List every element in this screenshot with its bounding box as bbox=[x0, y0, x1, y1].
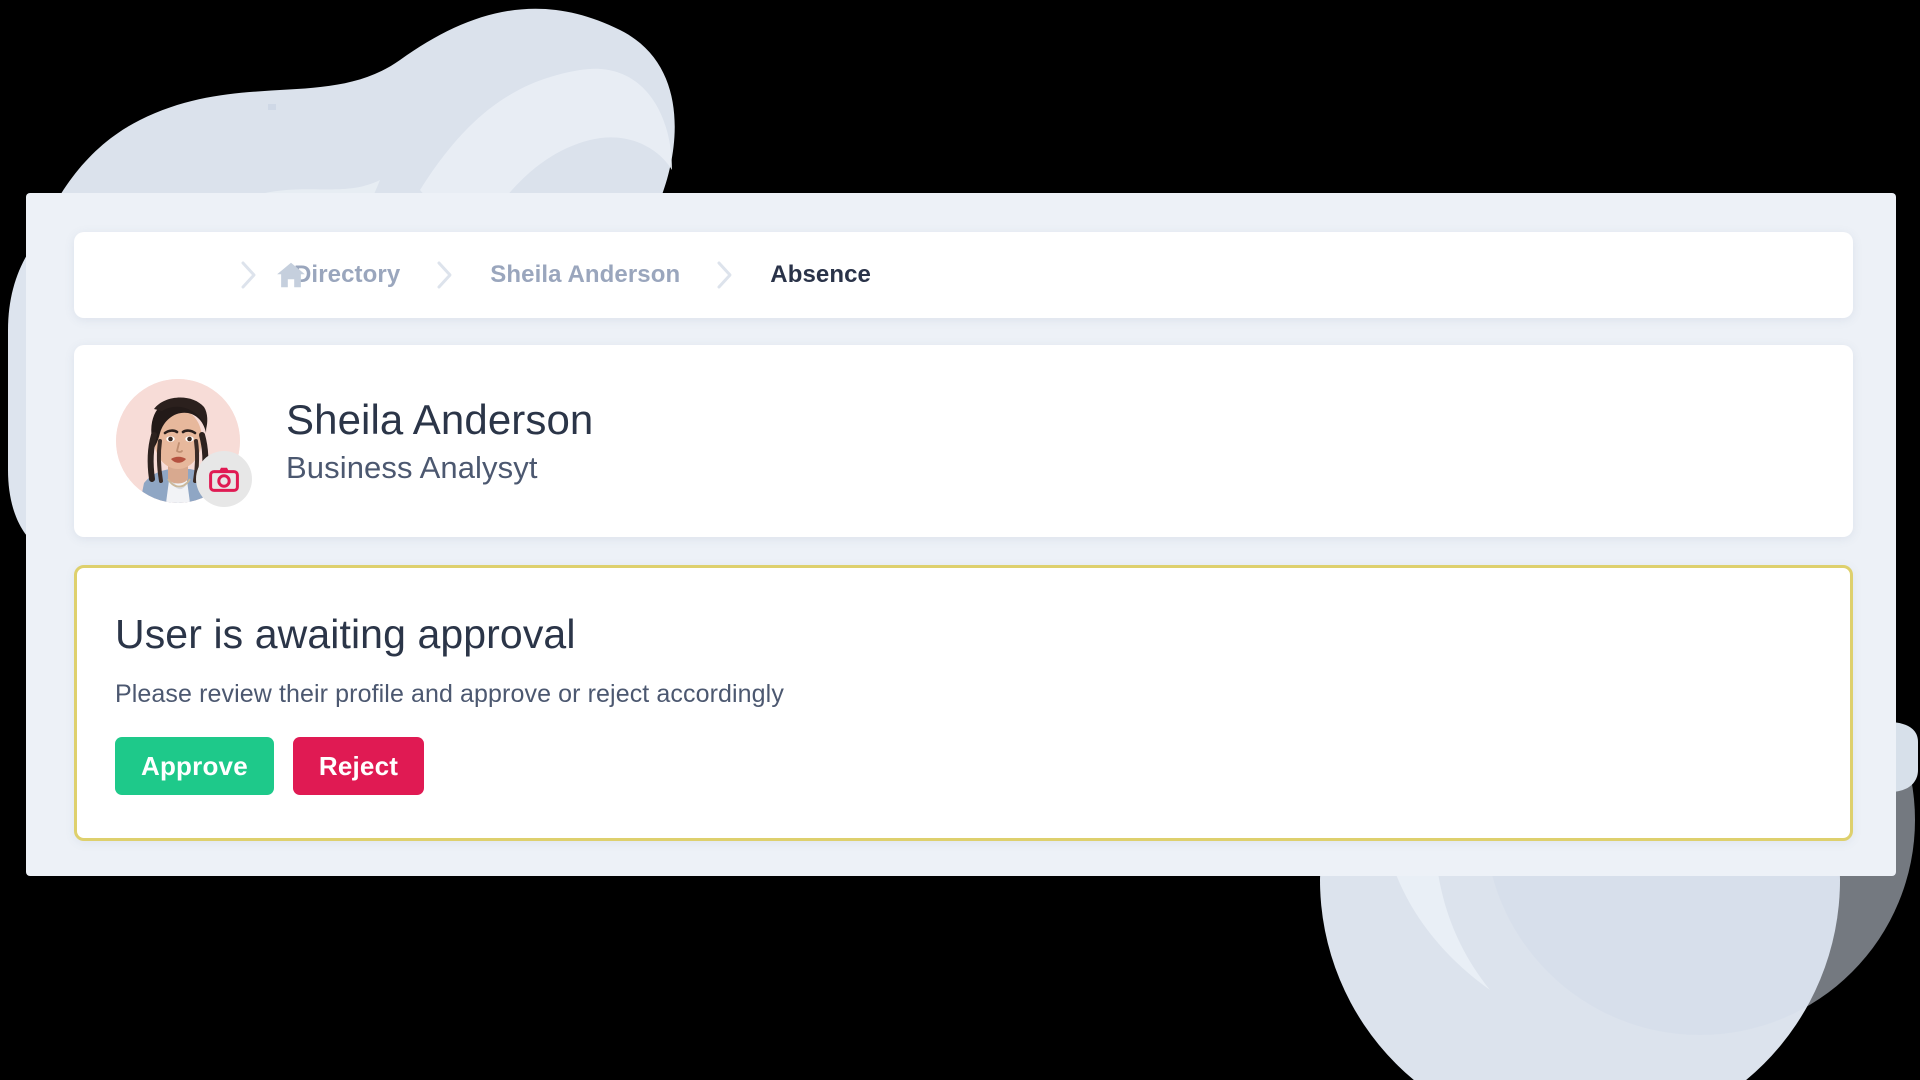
approval-title: User is awaiting approval bbox=[115, 611, 576, 657]
breadcrumb-separator-3 bbox=[716, 260, 734, 290]
avatar-wrapper[interactable] bbox=[116, 379, 252, 507]
profile-text-group: Sheila Anderson Business Analysyt bbox=[286, 396, 593, 486]
breadcrumb-item-absence: Absence bbox=[770, 261, 872, 288]
approval-banner: User is awaiting approval Please review … bbox=[74, 565, 1853, 841]
screen-root: Directory Sheila Anderson Absence Sheila… bbox=[0, 0, 1920, 1080]
breadcrumb: Directory Sheila Anderson Absence bbox=[74, 232, 1853, 318]
approval-subtitle: Please review their profile and approve … bbox=[115, 680, 784, 709]
blob-speck bbox=[268, 104, 276, 110]
approve-button[interactable]: Approve bbox=[115, 737, 274, 796]
breadcrumb-home-link[interactable] bbox=[274, 259, 308, 291]
breadcrumb-item-directory[interactable]: Directory bbox=[294, 261, 400, 289]
change-photo-button[interactable] bbox=[196, 451, 252, 507]
breadcrumb-separator-1 bbox=[240, 260, 258, 290]
chevron-right-icon bbox=[437, 261, 452, 289]
home-icon bbox=[277, 262, 305, 288]
breadcrumb-separator-2 bbox=[436, 260, 454, 290]
chevron-right-icon bbox=[241, 261, 256, 289]
reject-button[interactable]: Reject bbox=[292, 737, 425, 796]
breadcrumb-item-sheila-anderson[interactable]: Sheila Anderson bbox=[490, 261, 680, 289]
approval-actions: Approve Reject bbox=[115, 737, 1850, 796]
profile-role: Business Analysyt bbox=[286, 449, 538, 485]
chevron-right-icon bbox=[717, 261, 732, 289]
profile-header-card: Sheila Anderson Business Analysyt bbox=[74, 345, 1853, 537]
profile-name: Sheila Anderson bbox=[286, 395, 594, 443]
camera-icon bbox=[209, 467, 239, 492]
